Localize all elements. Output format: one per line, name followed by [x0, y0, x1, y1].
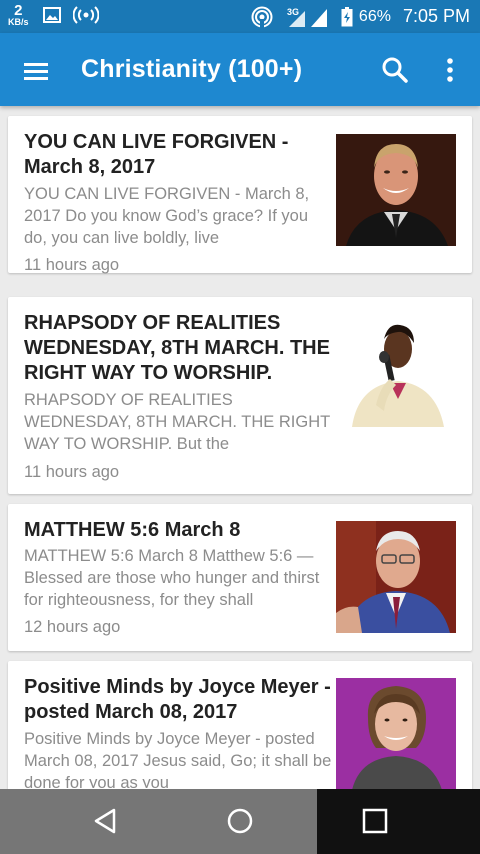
battery-icon — [341, 6, 353, 27]
hotspot-icon — [251, 6, 273, 28]
article-card[interactable]: Positive Minds by Joyce Meyer - posted M… — [8, 661, 472, 801]
broadcast-icon — [72, 6, 99, 24]
page-title: Christianity (100+) — [81, 55, 303, 83]
article-time: 11 hours ago — [24, 256, 120, 274]
battery-percent: 66% — [358, 7, 391, 25]
article-summary: Positive Minds by Joyce Meyer - posted M… — [24, 730, 332, 788]
net-speed-unit: KB/s — [8, 17, 29, 27]
net-speed-value: 2 — [14, 2, 23, 19]
back-icon[interactable] — [91, 806, 121, 836]
article-headline: Positive Minds by Joyce Meyer - posted M… — [24, 676, 331, 723]
net-speed: 2 KB/s — [8, 3, 29, 27]
article-thumbnail — [336, 315, 456, 427]
article-summary: YOU CAN LIVE FORGIVEN - March 8, 2017 Do… — [24, 185, 310, 247]
article-time: 11 hours ago — [24, 463, 120, 481]
article-summary: RHAPSODY OF REALITIES WEDNESDAY, 8TH MAR… — [24, 391, 330, 453]
status-bar: 2 KB/s 3G 66% 7:05 PM — [0, 0, 480, 33]
article-thumbnail — [336, 678, 456, 790]
article-headline: RHAPSODY OF REALITIES WEDNESDAY, 8TH MAR… — [24, 312, 330, 384]
article-summary: MATTHEW 5:6 March 8 Matthew 5:6 —Blessed… — [24, 547, 320, 609]
app-bar: Christianity (100+) — [0, 33, 480, 106]
article-time: 12 hours ago — [24, 618, 121, 636]
svg-text:3G: 3G — [287, 7, 299, 17]
clock: 7:05 PM — [402, 6, 470, 26]
home-icon[interactable] — [225, 806, 255, 836]
article-thumbnail — [336, 521, 456, 633]
article-thumbnail — [336, 134, 456, 246]
article-headline: MATTHEW 5:6 March 8 — [24, 519, 241, 541]
article-card[interactable]: YOU CAN LIVE FORGIVEN - March 8, 2017 YO… — [8, 116, 472, 274]
status-left: 2 KB/s — [8, 3, 111, 27]
image-icon — [42, 7, 61, 23]
3g-signal-icon: 3G — [285, 6, 329, 28]
more-vert-icon[interactable] — [437, 55, 463, 85]
hamburger-menu-icon[interactable] — [22, 55, 52, 85]
recents-icon[interactable] — [360, 806, 390, 836]
article-card[interactable]: MATTHEW 5:6 March 8 MATTHEW 5:6 March 8 … — [8, 504, 472, 651]
status-right: 3G 66% 7:05 PM — [251, 0, 470, 33]
article-card[interactable]: RHAPSODY OF REALITIES WEDNESDAY, 8TH MAR… — [8, 297, 472, 494]
article-headline: YOU CAN LIVE FORGIVEN - March 8, 2017 — [24, 131, 289, 178]
system-nav-bar — [0, 789, 480, 854]
nav-bar-dark-section — [317, 789, 480, 854]
search-icon[interactable] — [380, 55, 410, 85]
